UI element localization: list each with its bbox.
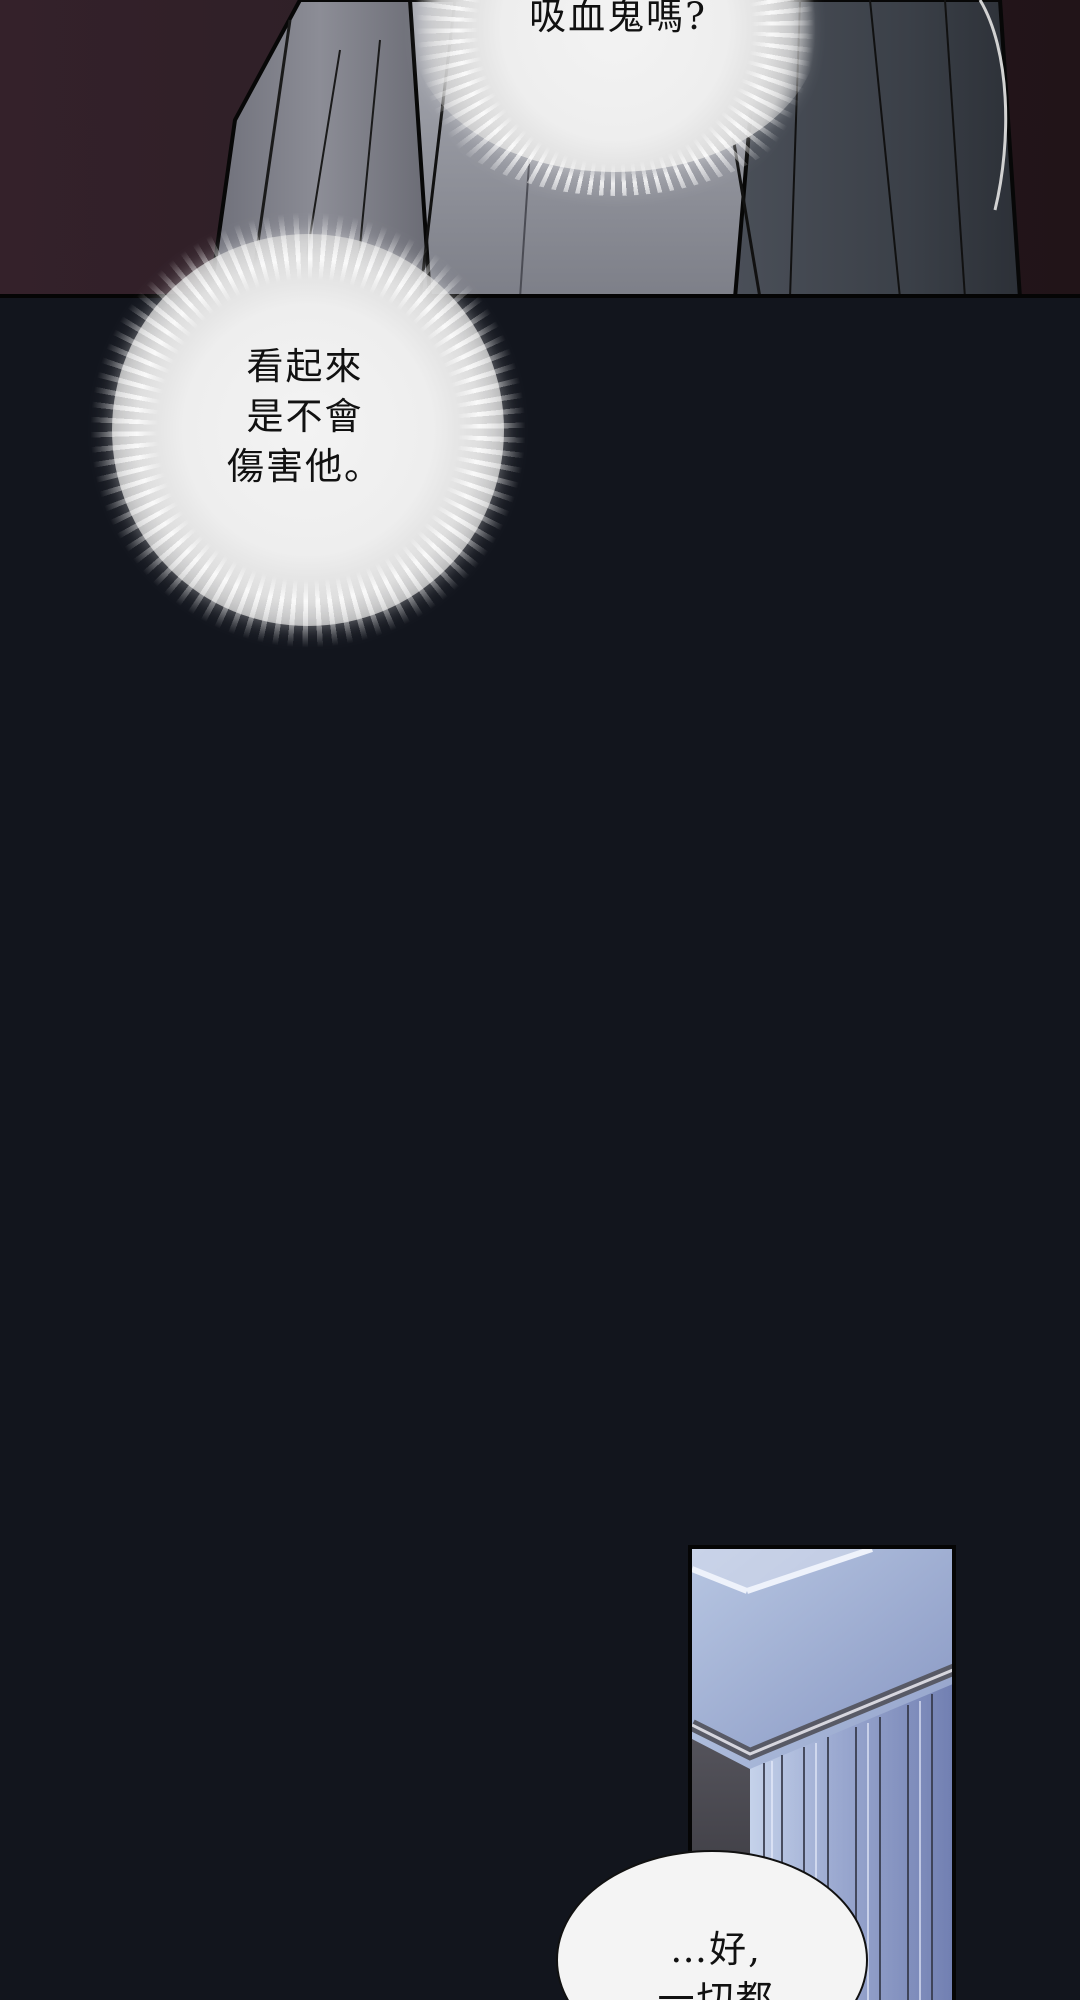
comic-page: 吸血鬼嗎? 看起來 是不會 傷害他。 …好, 一切都 [0,0,1080,2000]
middle-speech-text: 看起來 是不會 傷害他。 [227,345,383,488]
bottom-speech-text: …好, 一切都 [657,1928,775,2000]
top-comic-panel: 吸血鬼嗎? [0,0,1080,298]
top-speech-text: 吸血鬼嗎? [529,0,707,38]
